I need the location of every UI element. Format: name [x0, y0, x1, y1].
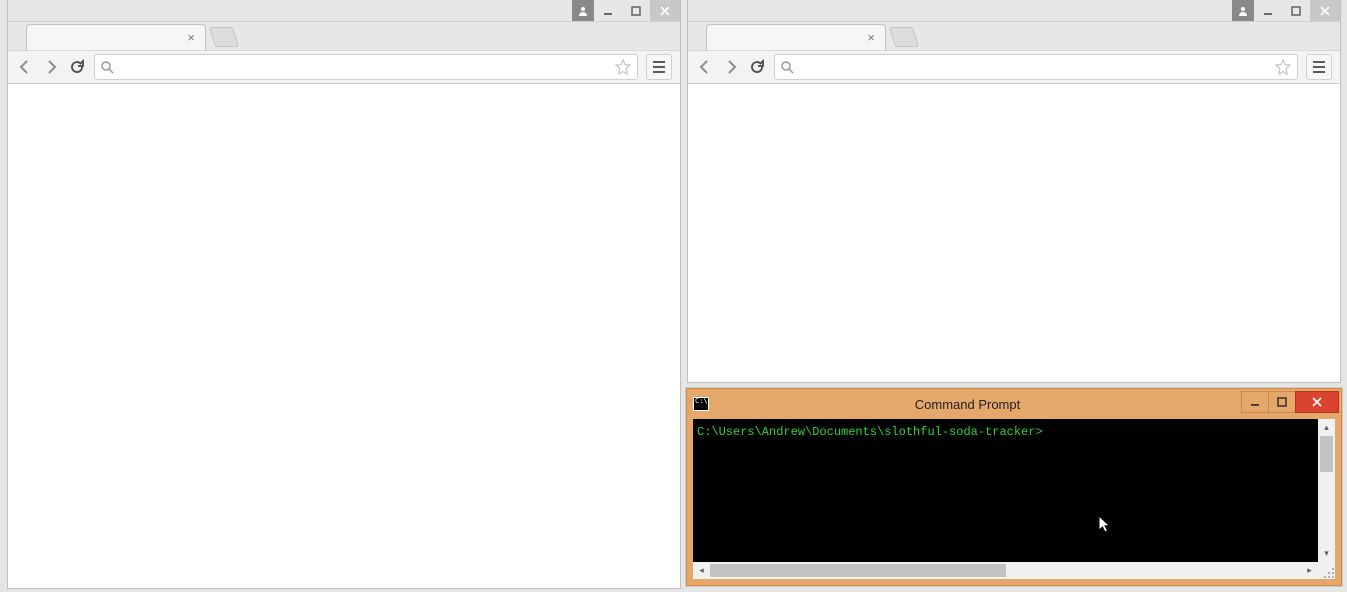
minimize-button[interactable]: [1241, 391, 1269, 413]
maximize-button[interactable]: [622, 0, 650, 21]
close-button[interactable]: [1310, 0, 1340, 21]
reload-button[interactable]: [748, 58, 766, 76]
address-bar[interactable]: [94, 54, 638, 80]
scroll-right-button[interactable]: ▸: [1301, 562, 1318, 579]
scroll-thumb[interactable]: [710, 564, 1006, 577]
address-bar[interactable]: [774, 54, 1298, 80]
back-button[interactable]: [696, 58, 714, 76]
close-button[interactable]: [1295, 391, 1339, 413]
back-button[interactable]: [16, 58, 34, 76]
search-icon: [781, 61, 794, 74]
minimize-button[interactable]: [1254, 0, 1282, 21]
maximize-button[interactable]: [1282, 0, 1310, 21]
browser-toolbar: [8, 50, 680, 84]
scroll-left-button[interactable]: ◂: [693, 562, 710, 579]
address-input[interactable]: [800, 60, 1269, 75]
browser-window-right: ×: [688, 0, 1340, 382]
scroll-track[interactable]: [1318, 436, 1335, 545]
command-prompt-window: Command Prompt C:\Users\Andrew\Documents…: [686, 388, 1342, 586]
resize-grip[interactable]: [1318, 562, 1335, 579]
new-tab-button[interactable]: [889, 27, 919, 47]
minimize-button[interactable]: [594, 0, 622, 21]
vertical-scrollbar[interactable]: ▴ ▾: [1318, 419, 1335, 562]
cmd-window-controls: [1242, 391, 1339, 413]
window-titlebar: [8, 0, 680, 22]
cmd-prompt-line: C:\Users\Andrew\Documents\slothful-soda-…: [693, 419, 1335, 445]
cmd-titlebar[interactable]: Command Prompt: [687, 389, 1341, 419]
window-titlebar: [688, 0, 1340, 22]
browser-tab[interactable]: ×: [706, 24, 886, 50]
bookmark-star-icon[interactable]: [1275, 59, 1291, 75]
new-tab-button[interactable]: [209, 27, 239, 47]
browser-tab[interactable]: ×: [26, 24, 206, 50]
tab-strip: ×: [8, 22, 680, 50]
user-icon[interactable]: [1232, 0, 1254, 21]
forward-button[interactable]: [722, 58, 740, 76]
maximize-button[interactable]: [1268, 391, 1296, 413]
scroll-up-button[interactable]: ▴: [1318, 419, 1335, 436]
browser-window-left: ×: [8, 0, 680, 588]
tab-strip: ×: [688, 22, 1340, 50]
reload-button[interactable]: [68, 58, 86, 76]
browser-toolbar: [688, 50, 1340, 84]
hamburger-menu-button[interactable]: [646, 54, 672, 80]
cmd-title-text: Command Prompt: [693, 397, 1242, 412]
cmd-terminal[interactable]: C:\Users\Andrew\Documents\slothful-soda-…: [693, 419, 1335, 562]
cmd-app-icon: [693, 397, 709, 411]
bookmark-star-icon[interactable]: [615, 59, 631, 75]
scroll-track[interactable]: [710, 562, 1301, 579]
close-button[interactable]: [650, 0, 680, 21]
address-input[interactable]: [120, 60, 609, 75]
close-tab-icon[interactable]: ×: [187, 31, 195, 44]
page-viewport: [8, 84, 680, 588]
user-icon[interactable]: [572, 0, 594, 21]
cmd-client-area: C:\Users\Andrew\Documents\slothful-soda-…: [687, 419, 1341, 585]
hamburger-menu-button[interactable]: [1306, 54, 1332, 80]
horizontal-scrollbar[interactable]: ◂ ▸: [693, 562, 1318, 579]
scroll-down-button[interactable]: ▾: [1318, 545, 1335, 562]
scroll-thumb[interactable]: [1320, 436, 1333, 472]
forward-button[interactable]: [42, 58, 60, 76]
close-tab-icon[interactable]: ×: [867, 31, 875, 44]
search-icon: [101, 61, 114, 74]
page-viewport: [688, 84, 1340, 382]
